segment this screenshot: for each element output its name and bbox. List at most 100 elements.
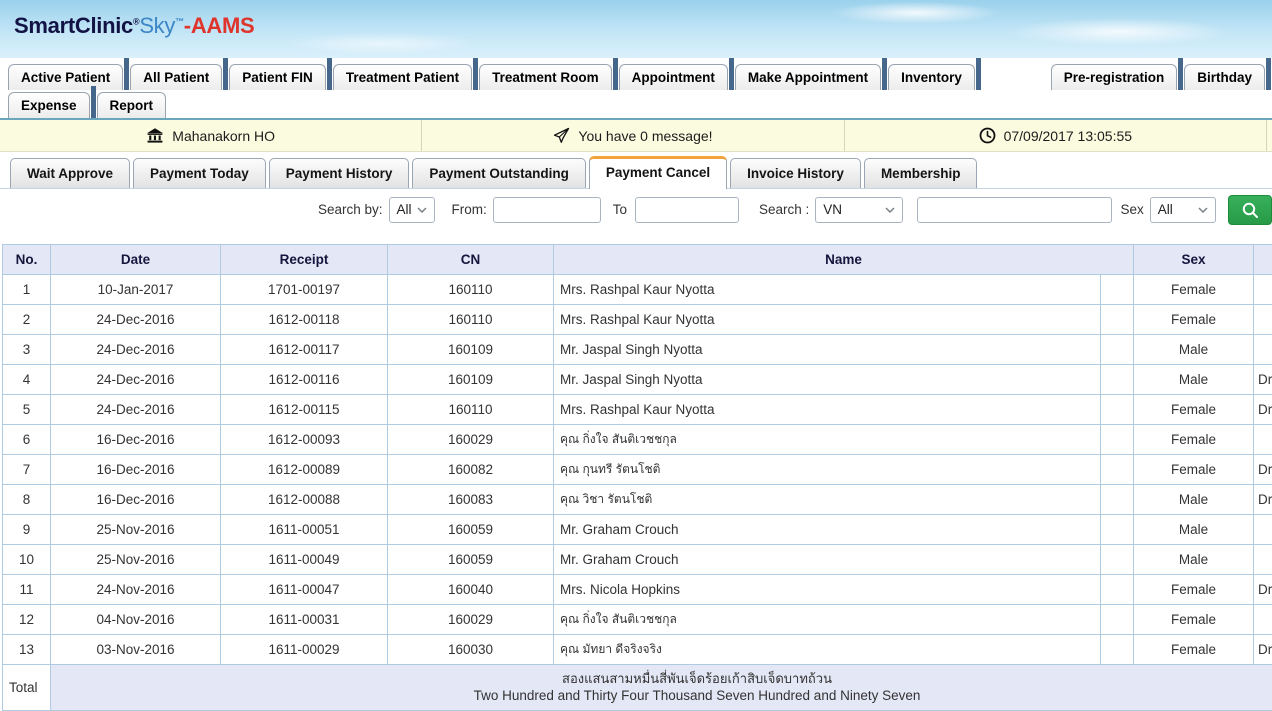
total-amount-cell: สองแสนสามหมื่นสี่พันเจ็ดร้อยเก้าสิบเจ็ดบ… <box>51 665 1272 711</box>
cell-sex: Female <box>1134 275 1254 305</box>
cell-gap <box>1101 455 1134 485</box>
subtab-payment-cancel[interactable]: Payment Cancel <box>589 156 727 189</box>
tab-treatment-room[interactable]: Treatment Room <box>479 64 612 90</box>
cell-sex: Male <box>1134 365 1254 395</box>
table-row[interactable]: 324-Dec-20161612-00117160109Mr. Jaspal S… <box>3 335 1272 365</box>
table-row[interactable]: 816-Dec-20161612-00088160083คุณ วิชา รัต… <box>3 485 1272 515</box>
cell-no: 7 <box>3 455 51 485</box>
total-row: Total สองแสนสามหมื่นสี่พันเจ็ดร้อยเก้าสิ… <box>3 665 1272 711</box>
subtab-wait-approve[interactable]: Wait Approve <box>10 158 130 188</box>
search-type-label: Search : <box>759 202 809 217</box>
message-indicator[interactable]: You have 0 message! <box>422 120 844 151</box>
cell-name: คุณ กิ่งใจ สันติเวชชกุล <box>554 605 1101 635</box>
date-to-label: To <box>613 202 627 217</box>
cell-sex: Male <box>1134 485 1254 515</box>
tab-separator <box>1178 58 1183 90</box>
tab-report[interactable]: Report <box>97 92 167 118</box>
table-row[interactable]: 1025-Nov-20161611-00049160059Mr. Graham … <box>3 545 1272 575</box>
logo-sky: Sky™ <box>139 13 183 38</box>
cell-doctor: Dr. <box>1254 485 1272 515</box>
tab-separator <box>327 58 332 90</box>
cell-gap <box>1101 425 1134 455</box>
tab-active-patient[interactable]: Active Patient <box>8 64 123 90</box>
tab-inventory[interactable]: Inventory <box>888 64 975 90</box>
cell-gap <box>1101 635 1134 665</box>
table-row[interactable]: 1204-Nov-20161611-00031160029คุณ กิ่งใจ … <box>3 605 1272 635</box>
cell-cn: 160083 <box>388 485 554 515</box>
chevron-down-icon <box>1198 207 1208 213</box>
sex-select[interactable]: All <box>1150 197 1216 223</box>
table-row[interactable]: 110-Jan-20171701-00197160110Mrs. Rashpal… <box>3 275 1272 305</box>
tab-separator <box>882 58 887 90</box>
subtab-payment-today[interactable]: Payment Today <box>133 158 266 188</box>
tab-separator <box>223 58 228 90</box>
cell-no: 3 <box>3 335 51 365</box>
tab-treatment-patient[interactable]: Treatment Patient <box>333 64 472 90</box>
cell-no: 1 <box>3 275 51 305</box>
cell-name: Mrs. Nicola Hopkins <box>554 575 1101 605</box>
tab-appointment[interactable]: Appointment <box>619 64 728 90</box>
cell-receipt: 1611-00029 <box>221 635 388 665</box>
cell-doctor <box>1254 515 1272 545</box>
column-header-sex: Sex <box>1134 245 1254 275</box>
table-row[interactable]: 716-Dec-20161612-00089160082คุณ กุนทรี ร… <box>3 455 1272 485</box>
cell-date: 24-Dec-2016 <box>51 395 221 425</box>
date-from-input[interactable] <box>493 197 601 223</box>
tab-all-patient[interactable]: All Patient <box>130 64 222 90</box>
cell-receipt: 1612-00089 <box>221 455 388 485</box>
cell-gap <box>1101 335 1134 365</box>
search-button[interactable] <box>1228 195 1272 225</box>
date-to-input[interactable] <box>635 197 739 223</box>
datetime-indicator: 07/09/2017 13:05:55 <box>845 120 1267 151</box>
cell-name: คุณ กุนทรี รัตนโชติ <box>554 455 1101 485</box>
cell-receipt: 1611-00051 <box>221 515 388 545</box>
table-row[interactable]: 1124-Nov-20161611-00047160040Mrs. Nicola… <box>3 575 1272 605</box>
tab-separator <box>976 58 981 90</box>
subtab-membership[interactable]: Membership <box>864 158 978 188</box>
tab-separator <box>613 58 618 90</box>
cell-gap <box>1101 275 1134 305</box>
cell-no: 6 <box>3 425 51 455</box>
tab-separator <box>91 86 96 118</box>
search-type-select[interactable]: VN <box>815 197 903 223</box>
table-row[interactable]: 224-Dec-20161612-00118160110Mrs. Rashpal… <box>3 305 1272 335</box>
subtab-invoice-history[interactable]: Invoice History <box>730 158 861 188</box>
subtab-payment-history[interactable]: Payment History <box>269 158 410 188</box>
subtab-payment-outstanding[interactable]: Payment Outstanding <box>412 158 586 188</box>
cell-date: 16-Dec-2016 <box>51 425 221 455</box>
cell-cn: 160030 <box>388 635 554 665</box>
cell-doctor: Dr. <box>1254 365 1272 395</box>
clock-icon <box>979 127 996 144</box>
cell-no: 11 <box>3 575 51 605</box>
table-row[interactable]: 1303-Nov-20161611-00029160030คุณ มัทยา ด… <box>3 635 1272 665</box>
search-by-select[interactable]: All <box>389 197 436 223</box>
cell-sex: Female <box>1134 605 1254 635</box>
table-row[interactable]: 616-Dec-20161612-00093160029คุณ กิ่งใจ ส… <box>3 425 1272 455</box>
tab-patient-fin[interactable]: Patient FIN <box>229 64 326 90</box>
tab-birthday[interactable]: Birthday <box>1184 64 1265 90</box>
search-by-label: Search by: <box>318 202 383 217</box>
cell-doctor <box>1254 605 1272 635</box>
tab-make-appointment[interactable]: Make Appointment <box>735 64 881 90</box>
search-text-input[interactable] <box>917 197 1113 223</box>
cell-gap <box>1101 305 1134 335</box>
cell-name: Mr. Graham Crouch <box>554 515 1101 545</box>
table-body: 110-Jan-20171701-00197160110Mrs. Rashpal… <box>3 275 1272 665</box>
cell-doctor <box>1254 305 1272 335</box>
cell-cn: 160059 <box>388 515 554 545</box>
main-tab-bar: Active Patient All Patient Patient FIN T… <box>0 58 1272 120</box>
cell-receipt: 1611-00049 <box>221 545 388 575</box>
cell-gap <box>1101 545 1134 575</box>
cell-gap <box>1101 575 1134 605</box>
table-row[interactable]: 925-Nov-20161611-00051160059Mr. Graham C… <box>3 515 1272 545</box>
cell-date: 04-Nov-2016 <box>51 605 221 635</box>
cell-sex: Male <box>1134 515 1254 545</box>
cell-sex: Female <box>1134 455 1254 485</box>
tab-expense[interactable]: Expense <box>8 92 90 118</box>
table-row[interactable]: 524-Dec-20161612-00115160110Mrs. Rashpal… <box>3 395 1272 425</box>
table-row[interactable]: 424-Dec-20161612-00116160109Mr. Jaspal S… <box>3 365 1272 395</box>
tab-separator <box>473 58 478 90</box>
tab-pre-registration[interactable]: Pre-registration <box>1051 64 1178 90</box>
cell-date: 24-Dec-2016 <box>51 365 221 395</box>
cell-no: 4 <box>3 365 51 395</box>
